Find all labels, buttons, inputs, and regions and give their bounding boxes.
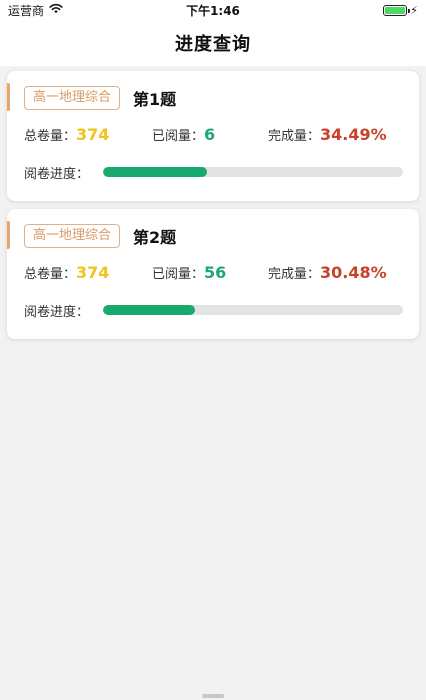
stats-row: 总卷量： 374 已阅量： 6 完成量： 34.49% bbox=[24, 125, 405, 155]
status-left: 运营商 bbox=[8, 2, 63, 19]
status-time: 下午1:46 bbox=[186, 3, 240, 18]
stat-total: 总卷量： 374 bbox=[24, 263, 152, 282]
stat-total: 总卷量： 374 bbox=[24, 125, 152, 144]
question-card-1[interactable]: 高一地理综合 第1题 总卷量： 374 已阅量： 6 完成量： 34.49% 阅… bbox=[7, 71, 419, 201]
stats-row: 总卷量： 374 已阅量： 56 完成量： 30.48% bbox=[24, 263, 405, 293]
home-indicator bbox=[202, 694, 224, 698]
charging-bolt-icon: ⚡ bbox=[410, 3, 418, 17]
subject-tag: 高一地理综合 bbox=[24, 224, 121, 248]
question-card-2[interactable]: 高一地理综合 第2题 总卷量： 374 已阅量： 56 完成量： 30.48% … bbox=[7, 209, 419, 339]
stat-rate-value: 34.49% bbox=[320, 125, 387, 144]
progress-row: 阅卷进度： bbox=[24, 155, 405, 189]
status-bar: 运营商 下午1:46 ⚡ bbox=[0, 0, 426, 20]
progress-bar bbox=[103, 167, 403, 177]
progress-list: 高一地理综合 第1题 总卷量： 374 已阅量： 6 完成量： 34.49% 阅… bbox=[0, 66, 426, 347]
card-accent-bar bbox=[7, 83, 10, 111]
progress-label: 阅卷进度： bbox=[24, 304, 90, 320]
wifi-icon bbox=[49, 3, 63, 17]
stat-read-label: 已阅量： bbox=[152, 267, 205, 282]
stat-total-label: 总卷量： bbox=[24, 267, 77, 282]
stat-read-value: 6 bbox=[204, 125, 216, 144]
card-header: 高一地理综合 第2题 bbox=[24, 209, 405, 263]
nav-bar: 进度查询 bbox=[0, 20, 426, 66]
stat-total-value: 374 bbox=[76, 263, 110, 282]
progress-bar-fill bbox=[103, 167, 207, 177]
stat-read-label: 已阅量： bbox=[152, 129, 205, 144]
stat-read: 已阅量： 56 bbox=[152, 263, 268, 282]
stat-rate: 完成量： 30.48% bbox=[268, 263, 387, 282]
card-header: 高一地理综合 第1题 bbox=[24, 71, 405, 125]
progress-bar-fill bbox=[103, 305, 195, 315]
stat-rate-label: 完成量： bbox=[268, 129, 321, 144]
card-accent-bar bbox=[7, 221, 10, 249]
page-title: 进度查询 bbox=[175, 34, 251, 55]
subject-tag: 高一地理综合 bbox=[24, 86, 121, 110]
question-title: 第1题 bbox=[133, 90, 177, 109]
stat-total-label: 总卷量： bbox=[24, 129, 77, 144]
stat-rate-value: 30.48% bbox=[320, 263, 387, 282]
stat-rate: 完成量： 34.49% bbox=[268, 125, 387, 144]
progress-bar bbox=[103, 305, 403, 315]
stat-read: 已阅量： 6 bbox=[152, 125, 268, 144]
stat-total-value: 374 bbox=[76, 125, 110, 144]
question-title: 第2题 bbox=[133, 228, 177, 247]
progress-row: 阅卷进度： bbox=[24, 293, 405, 327]
stat-rate-label: 完成量： bbox=[268, 267, 321, 282]
battery-icon bbox=[383, 4, 411, 16]
carrier-label: 运营商 bbox=[8, 3, 45, 18]
screen: 运营商 下午1:46 ⚡ 进度查询 高一地理综合 第1题 总卷量： 374 已阅… bbox=[0, 0, 426, 700]
progress-label: 阅卷进度： bbox=[24, 166, 90, 182]
status-right: ⚡ bbox=[383, 3, 418, 17]
stat-read-value: 56 bbox=[204, 263, 227, 282]
